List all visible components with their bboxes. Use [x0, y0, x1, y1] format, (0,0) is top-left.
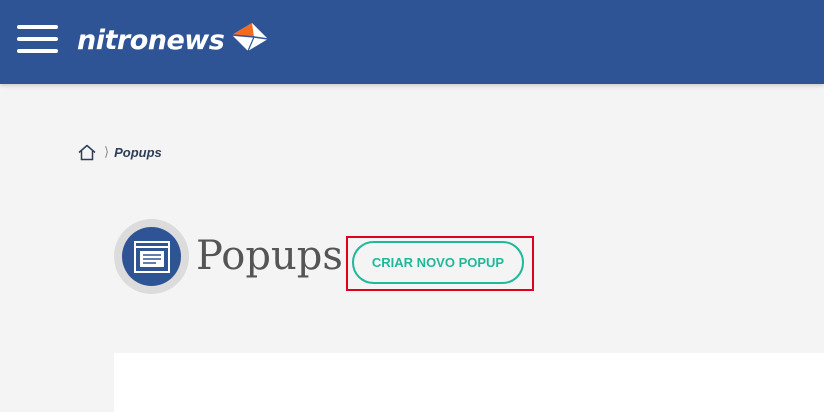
popup-window-icon: [134, 241, 170, 273]
menu-line: [17, 25, 58, 29]
hamburger-menu-icon[interactable]: [17, 25, 58, 53]
content-panel: [114, 353, 824, 412]
menu-line: [17, 37, 58, 41]
home-icon[interactable]: [78, 144, 96, 161]
envelope-icon: [232, 23, 269, 52]
page-title: Popups: [196, 233, 343, 279]
breadcrumb-current: Popups: [114, 144, 162, 160]
brand-logo[interactable]: nitronews: [77, 20, 270, 60]
breadcrumb-separator: ⟩: [104, 144, 110, 159]
page-icon-badge: [114, 219, 189, 294]
top-navigation-bar: nitronews: [0, 0, 824, 84]
brand-name: nitronews: [77, 24, 225, 56]
breadcrumb: ⟩ Popups: [78, 143, 162, 161]
create-new-popup-button[interactable]: CRIAR NOVO POPUP: [352, 241, 524, 284]
menu-line: [17, 49, 58, 53]
